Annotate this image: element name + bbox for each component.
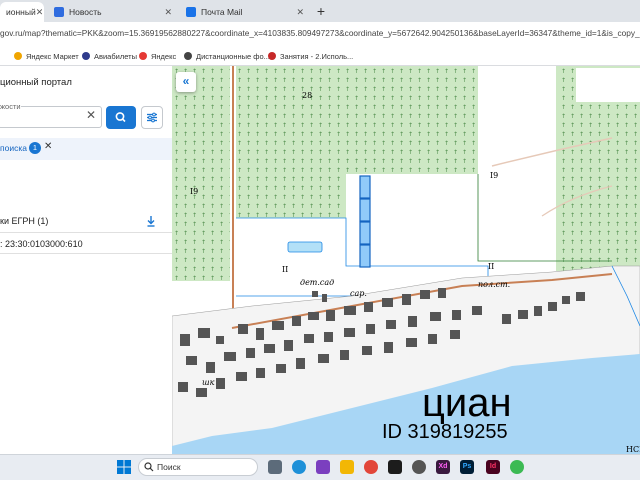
tab-active[interactable]: ионный ✕ <box>0 2 44 22</box>
map-label: дет.сад <box>300 278 334 287</box>
capcut-icon[interactable] <box>388 460 402 474</box>
search-icon <box>144 462 154 472</box>
teams-icon[interactable] <box>316 460 330 474</box>
portal-title: ционный портал <box>0 77 72 88</box>
map-label: сар. <box>350 289 367 298</box>
map-label: шк <box>202 378 215 387</box>
forest-area <box>236 66 346 218</box>
chip-count-badge: 1 <box>29 142 41 154</box>
cadastral-map[interactable]: ↑ <box>172 66 640 454</box>
new-tab-button[interactable]: + <box>313 3 329 19</box>
search-button[interactable] <box>106 106 136 129</box>
photoshop-icon[interactable]: Ps <box>460 460 474 474</box>
adobe-xd-icon[interactable]: Xd <box>436 460 450 474</box>
forest-area <box>346 66 478 174</box>
map-label: II <box>488 262 494 271</box>
close-icon[interactable]: ✕ <box>164 7 172 18</box>
tab-mail[interactable]: Почта Mail ✕ <box>180 2 310 22</box>
divider <box>0 253 172 254</box>
search-filter-chip[interactable]: поиска 1 ✕ <box>0 138 172 160</box>
divider <box>0 232 172 233</box>
bookmarks-bar: Яндекс Маркет Авиабилеты Яндекс Дистанци… <box>0 46 640 66</box>
address-bar[interactable]: gov.ru/map?thematic=PKK&zoom=15.36919562… <box>0 22 640 46</box>
bookmark-yandex-market[interactable]: Яндекс Маркет <box>14 50 79 62</box>
doc-icon <box>184 52 192 60</box>
selected-parcel <box>359 221 371 245</box>
taskbar-search-placeholder: Поиск <box>157 462 181 472</box>
watermark-id: ID 319819255 <box>382 421 508 443</box>
map-label: НСП <box>626 445 640 454</box>
taskbar-search[interactable]: Поиск <box>138 458 258 476</box>
bookmark-yandex[interactable]: Яндекс <box>139 50 176 62</box>
search-icon <box>115 112 126 123</box>
clear-icon[interactable]: ✕ <box>86 108 96 122</box>
bookmark-label: Яндекс Маркет <box>26 51 79 61</box>
selected-parcel <box>359 175 371 199</box>
app-icon[interactable] <box>412 460 426 474</box>
news-site-icon <box>54 7 64 17</box>
chip-label: поиска <box>0 143 27 153</box>
selected-parcel <box>359 244 371 268</box>
close-icon[interactable]: ✕ <box>296 7 304 18</box>
chrome-profile-icon[interactable] <box>510 460 524 474</box>
windows-start-icon[interactable] <box>117 460 131 474</box>
selected-parcel <box>359 198 371 222</box>
mail-site-icon <box>186 7 196 17</box>
forest-area <box>172 66 230 281</box>
map-canvas[interactable]: ↑ <box>172 66 640 454</box>
search-input-label: жости <box>0 102 21 111</box>
cadastral-result-item[interactable]: : 23:30:0103000:610 <box>0 239 83 249</box>
map-label: пол.ст. <box>478 280 510 289</box>
close-icon[interactable]: ✕ <box>44 141 52 152</box>
pool <box>287 241 323 253</box>
classes-icon <box>268 52 276 60</box>
chrome-icon[interactable] <box>364 460 378 474</box>
bookmark-classes[interactable]: Занятия - 2.Исполь... <box>268 50 353 62</box>
tab-strip: ионный ✕ Новость ✕ Почта Mail ✕ + <box>0 0 640 22</box>
download-icon[interactable] <box>146 215 156 227</box>
map-overlay-box <box>576 68 640 102</box>
collapse-panel-button[interactable]: « <box>176 72 196 92</box>
bookmark-label: Дистанционные фо... <box>196 51 270 61</box>
url-text[interactable]: gov.ru/map?thematic=PKK&zoom=15.36919562… <box>0 28 640 38</box>
market-icon <box>14 52 22 60</box>
indesign-icon[interactable]: Id <box>486 460 500 474</box>
tab-news[interactable]: Новость ✕ <box>48 2 178 22</box>
map-label: I9 <box>490 171 498 180</box>
tab-label: Новость <box>69 7 102 17</box>
plane-icon <box>82 52 90 60</box>
watermark-brand: циан <box>422 381 512 425</box>
bookmark-label: Занятия - 2.Исполь... <box>280 51 354 61</box>
yandex-icon <box>139 52 147 60</box>
bookmark-distance[interactable]: Дистанционные фо... <box>184 50 270 62</box>
edge-icon[interactable] <box>292 460 306 474</box>
task-view-icon[interactable] <box>268 460 282 474</box>
filter-button[interactable] <box>141 106 163 129</box>
map-label: II <box>282 265 288 274</box>
close-icon[interactable]: ✕ <box>36 7 44 18</box>
file-explorer-icon[interactable] <box>340 460 354 474</box>
bookmark-aviabilety[interactable]: Авиабилеты <box>82 50 137 62</box>
bookmark-label: Яндекс <box>151 51 177 61</box>
taskbar: Поиск Xd Ps Id <box>0 454 640 480</box>
map-label: I9 <box>190 187 198 196</box>
tab-label: ионный <box>6 7 36 17</box>
search-panel: ционный портал жости ✕ поиска 1 ✕ ки ЕГР… <box>0 66 172 454</box>
filter-icon <box>147 112 157 123</box>
bookmark-label: Авиабилеты <box>94 51 137 61</box>
tab-label: Почта Mail <box>201 7 243 17</box>
map-label: 28 <box>302 91 312 100</box>
egrn-results-header[interactable]: ки ЕГРН (1) <box>0 216 48 226</box>
